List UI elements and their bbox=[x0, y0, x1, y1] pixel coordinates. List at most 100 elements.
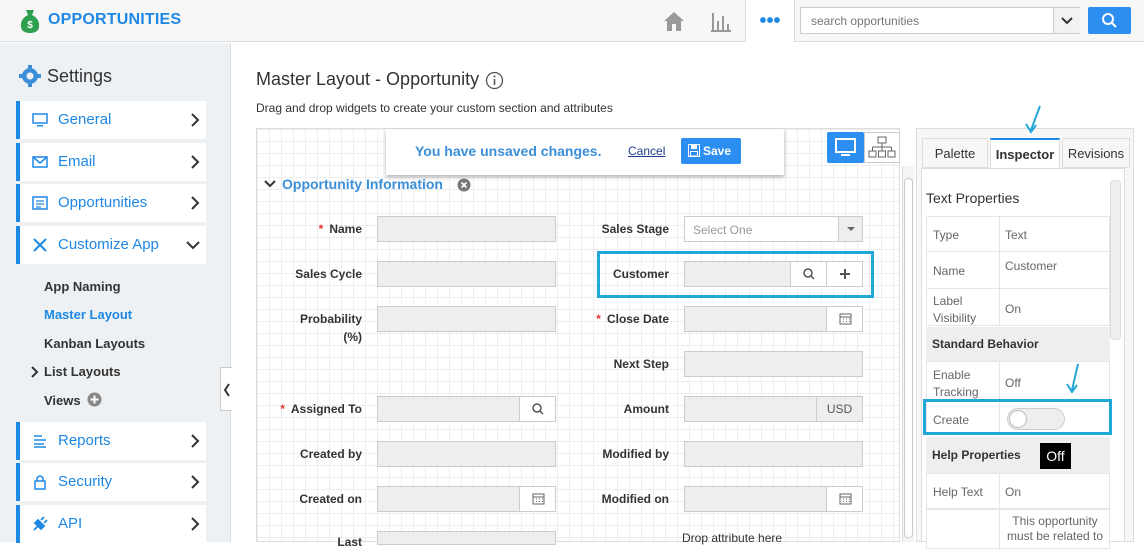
sidebar-item-opportunities[interactable]: Opportunities bbox=[16, 184, 206, 222]
chevron-right-icon bbox=[31, 366, 39, 378]
property-key: Label Visibility bbox=[933, 294, 977, 325]
calendar-button[interactable] bbox=[826, 487, 862, 511]
search-button[interactable] bbox=[1088, 7, 1131, 34]
select-arrow bbox=[838, 217, 862, 241]
modified-on-field[interactable] bbox=[684, 486, 863, 512]
reports-icon[interactable] bbox=[708, 8, 734, 34]
subitem-views[interactable]: Views bbox=[44, 393, 81, 408]
property-key: Enable Tracking bbox=[933, 368, 979, 399]
sidebar-item-label: General bbox=[58, 111, 112, 128]
save-button[interactable]: Save bbox=[681, 138, 741, 164]
probability-field[interactable] bbox=[377, 306, 556, 332]
property-value[interactable]: On bbox=[1005, 302, 1021, 316]
remove-section-icon[interactable] bbox=[457, 178, 471, 192]
property-value[interactable]: On bbox=[1005, 485, 1021, 499]
sidebar-item-security[interactable]: Security bbox=[16, 463, 206, 501]
search-icon bbox=[532, 403, 544, 415]
off-tooltip: Off bbox=[1040, 443, 1071, 469]
subitem-list-layouts[interactable]: List Layouts bbox=[44, 364, 121, 379]
sidebar-item-label: API bbox=[58, 515, 83, 532]
section-title[interactable]: Opportunity Information bbox=[282, 176, 443, 192]
field-label-last: Last bbox=[337, 535, 362, 549]
info-icon[interactable] bbox=[485, 71, 504, 90]
sidebar-item-label: Opportunities bbox=[58, 194, 148, 211]
tools-icon bbox=[33, 238, 47, 252]
more-button[interactable]: ••• bbox=[745, 0, 795, 42]
drop-hint: Drop attribute here bbox=[682, 531, 783, 545]
calendar-button[interactable] bbox=[519, 487, 555, 511]
sidebar-collapse-button[interactable] bbox=[220, 367, 232, 411]
chevron-right-icon bbox=[191, 517, 200, 531]
property-row: Help Text On bbox=[926, 473, 1110, 509]
envelope-icon bbox=[32, 156, 48, 168]
desktop-view-button[interactable] bbox=[827, 132, 864, 163]
tab-palette[interactable]: Palette bbox=[922, 138, 988, 168]
sales-stage-select[interactable]: Select One bbox=[684, 216, 863, 242]
required-marker: * bbox=[318, 222, 324, 236]
calendar-button[interactable] bbox=[826, 307, 862, 331]
chevron-right-icon bbox=[191, 155, 200, 169]
subitem-kanban-layouts[interactable]: Kanban Layouts bbox=[44, 336, 145, 351]
chevron-right-icon bbox=[191, 434, 200, 448]
sidebar-item-reports[interactable]: Reports bbox=[16, 422, 206, 460]
field-label-modified-on: Modified on bbox=[601, 492, 669, 506]
report-icon bbox=[34, 435, 46, 448]
sidebar-item-api[interactable]: API bbox=[16, 505, 206, 543]
sidebar-item-general[interactable]: General bbox=[16, 101, 206, 139]
sidebar-item-customize-app[interactable]: Customize App bbox=[16, 226, 206, 264]
property-key: Type bbox=[933, 228, 960, 242]
property-value[interactable]: Customer bbox=[1005, 259, 1057, 273]
gear-icon bbox=[19, 65, 41, 87]
created-on-field[interactable] bbox=[377, 486, 556, 512]
search-dropdown[interactable] bbox=[1053, 8, 1080, 33]
chevron-down-icon bbox=[186, 241, 200, 250]
assigned-to-field[interactable] bbox=[377, 396, 556, 422]
amount-field[interactable]: USD bbox=[684, 396, 863, 422]
search-icon bbox=[1102, 13, 1117, 28]
chevron-down-icon[interactable] bbox=[264, 179, 276, 189]
home-icon[interactable] bbox=[661, 8, 687, 34]
lock-icon bbox=[34, 475, 46, 490]
last-field[interactable] bbox=[377, 531, 556, 545]
add-view-icon[interactable] bbox=[87, 392, 102, 407]
help-properties-heading: Help Properties bbox=[926, 437, 1110, 473]
customer-highlight-box bbox=[597, 251, 874, 298]
caret-down-icon bbox=[847, 227, 855, 231]
subitem-master-layout[interactable]: Master Layout bbox=[44, 307, 132, 322]
canvas-scrollbar[interactable] bbox=[902, 166, 914, 542]
plug-icon bbox=[33, 516, 48, 531]
sidebar-item-email[interactable]: Email bbox=[16, 143, 206, 181]
help-text-value[interactable]: This opportunity must be related to bbox=[1005, 514, 1105, 544]
more-icon: ••• bbox=[759, 10, 781, 32]
sales-cycle-field[interactable] bbox=[377, 261, 556, 287]
calendar-icon bbox=[839, 313, 852, 325]
tab-revisions[interactable]: Revisions bbox=[1062, 138, 1130, 168]
field-label-sales-cycle: Sales Cycle bbox=[295, 267, 362, 281]
search-input[interactable] bbox=[801, 8, 1053, 33]
money-bag-icon: $ bbox=[20, 10, 40, 33]
subitem-app-naming[interactable]: App Naming bbox=[44, 279, 121, 294]
scrollbar-thumb[interactable] bbox=[904, 178, 913, 538]
app-title[interactable]: OPPORTUNITIES bbox=[48, 11, 181, 29]
property-value[interactable]: Off bbox=[1005, 376, 1021, 390]
assigned-to-search-button[interactable] bbox=[519, 397, 555, 421]
tree-view-button[interactable] bbox=[864, 132, 900, 163]
field-label-name: * Name bbox=[318, 222, 362, 236]
inspector-scrollbar[interactable] bbox=[1110, 180, 1121, 340]
monitor-icon bbox=[835, 138, 856, 156]
field-label-next-step: Next Step bbox=[613, 357, 669, 371]
cancel-link[interactable]: Cancel bbox=[628, 144, 665, 158]
chevron-right-icon bbox=[191, 113, 200, 127]
created-by-field[interactable] bbox=[377, 441, 556, 467]
calendar-icon bbox=[839, 493, 852, 505]
settings-title: Settings bbox=[47, 66, 113, 86]
close-date-field[interactable] bbox=[684, 306, 863, 332]
arrow-annotation bbox=[1066, 363, 1079, 394]
page-description: Drag and drop widgets to create your cus… bbox=[256, 101, 613, 115]
modified-by-field[interactable] bbox=[684, 441, 863, 467]
next-step-field[interactable] bbox=[684, 351, 863, 377]
tab-inspector[interactable]: Inspector bbox=[990, 138, 1060, 169]
name-field[interactable] bbox=[377, 216, 556, 242]
currency-label: USD bbox=[816, 397, 862, 421]
svg-text:$: $ bbox=[27, 20, 33, 31]
